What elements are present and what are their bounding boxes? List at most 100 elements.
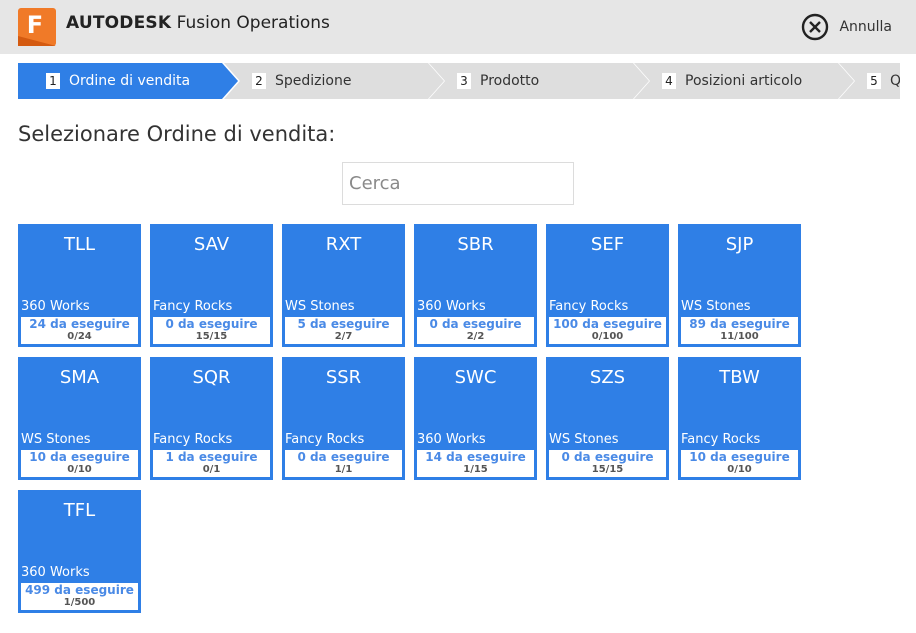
order-todo-count: 0 da eseguire xyxy=(297,450,390,464)
step-shipping[interactable]: 2 Spedizione xyxy=(224,63,444,99)
order-customer: WS Stones xyxy=(285,299,355,314)
wizard-steps: 1 Ordine di vendita 2 Spedizione 3 Prodo… xyxy=(18,63,900,99)
order-todo-count: 0 da eseguire xyxy=(165,317,258,331)
order-status-box: 1 da eseguire 0/1 xyxy=(153,450,270,477)
order-progress: 0/1 xyxy=(202,464,221,475)
step-label: Ordine di vendita xyxy=(69,73,191,89)
order-todo-count: 100 da eseguire xyxy=(553,317,662,331)
fusion-logo-icon: F xyxy=(18,8,56,46)
logo-letter: F xyxy=(26,11,44,39)
order-progress: 2/7 xyxy=(334,331,353,342)
order-progress: 2/2 xyxy=(466,331,485,342)
order-todo-count: 24 da eseguire xyxy=(29,317,130,331)
order-progress: 11/100 xyxy=(720,331,759,342)
order-todo-count: 0 da eseguire xyxy=(561,450,654,464)
order-code: TFL xyxy=(63,500,96,521)
order-customer: 360 Works xyxy=(21,299,90,314)
order-todo-count: 10 da eseguire xyxy=(689,450,790,464)
order-todo-count: 0 da eseguire xyxy=(429,317,522,331)
order-todo-count: 499 da eseguire xyxy=(25,583,134,597)
order-code: TLL xyxy=(63,234,96,255)
order-status-box: 5 da eseguire 2/7 xyxy=(285,317,402,344)
order-code: SSR xyxy=(325,367,362,388)
order-progress: 0/10 xyxy=(67,464,92,475)
order-todo-count: 14 da eseguire xyxy=(425,450,526,464)
step-number: 3 xyxy=(457,73,471,89)
order-customer: Fancy Rocks xyxy=(285,432,365,447)
order-progress: 15/15 xyxy=(195,331,228,342)
search-input[interactable] xyxy=(342,162,574,205)
order-code: RXT xyxy=(325,234,362,255)
step-number: 5 xyxy=(867,73,881,89)
order-tile[interactable]: SMA WS Stones 10 da eseguire 0/10 xyxy=(18,357,141,480)
order-todo-count: 89 da eseguire xyxy=(689,317,790,331)
order-code: SQR xyxy=(192,367,231,388)
step-label: Q xyxy=(890,73,900,89)
order-status-box: 499 da eseguire 1/500 xyxy=(21,583,138,610)
order-status-box: 14 da eseguire 1/15 xyxy=(417,450,534,477)
order-code: TBW xyxy=(719,367,760,388)
order-status-box: 0 da eseguire 1/1 xyxy=(285,450,402,477)
page-title: Selezionare Ordine di vendita: xyxy=(18,122,336,146)
step-number: 1 xyxy=(46,73,60,89)
order-progress: 0/10 xyxy=(727,464,752,475)
order-progress: 1/1 xyxy=(334,464,353,475)
order-customer: Fancy Rocks xyxy=(681,432,761,447)
step-product[interactable]: 3 Prodotto xyxy=(429,63,649,99)
order-code: SBR xyxy=(457,234,494,255)
app-header: F AUTODESK Fusion Operations Annulla xyxy=(0,0,916,54)
order-tile[interactable]: SSR Fancy Rocks 0 da eseguire 1/1 xyxy=(282,357,405,480)
order-tile[interactable]: SWC 360 Works 14 da eseguire 1/15 xyxy=(414,357,537,480)
order-progress: 15/15 xyxy=(591,464,624,475)
order-tile[interactable]: TLL 360 Works 24 da eseguire 0/24 xyxy=(18,224,141,347)
order-status-box: 89 da eseguire 11/100 xyxy=(681,317,798,344)
order-code: SEF xyxy=(590,234,625,255)
order-status-box: 100 da eseguire 0/100 xyxy=(549,317,666,344)
order-status-box: 0 da eseguire 15/15 xyxy=(549,450,666,477)
order-tile[interactable]: SQR Fancy Rocks 1 da eseguire 0/1 xyxy=(150,357,273,480)
order-tile[interactable]: SBR 360 Works 0 da eseguire 2/2 xyxy=(414,224,537,347)
step-number: 2 xyxy=(252,73,266,89)
cancel-label: Annulla xyxy=(839,19,892,35)
order-todo-count: 1 da eseguire xyxy=(165,450,258,464)
order-code: SWC xyxy=(454,367,497,388)
product-name: Fusion Operations xyxy=(176,13,330,33)
order-customer: Fancy Rocks xyxy=(153,432,233,447)
order-customer: Fancy Rocks xyxy=(549,299,629,314)
order-code: SAV xyxy=(193,234,230,255)
order-customer: WS Stones xyxy=(21,432,91,447)
order-progress: 1/15 xyxy=(463,464,488,475)
order-customer: 360 Works xyxy=(417,299,486,314)
step-label: Prodotto xyxy=(480,73,540,89)
order-tile[interactable]: SJP WS Stones 89 da eseguire 11/100 xyxy=(678,224,801,347)
order-status-box: 10 da eseguire 0/10 xyxy=(681,450,798,477)
order-tile[interactable]: SZS WS Stones 0 da eseguire 15/15 xyxy=(546,357,669,480)
order-tile[interactable]: SEF Fancy Rocks 100 da eseguire 0/100 xyxy=(546,224,669,347)
order-customer: 360 Works xyxy=(417,432,486,447)
order-tile[interactable]: SAV Fancy Rocks 0 da eseguire 15/15 xyxy=(150,224,273,347)
order-code: SMA xyxy=(59,367,100,388)
order-customer: WS Stones xyxy=(549,432,619,447)
step-item-positions[interactable]: 4 Posizioni articolo xyxy=(634,63,854,99)
app-title: AUTODESK Fusion Operations xyxy=(66,13,330,33)
order-code: SJP xyxy=(725,234,754,255)
order-progress: 0/100 xyxy=(591,331,624,342)
order-status-box: 24 da eseguire 0/24 xyxy=(21,317,138,344)
order-tile[interactable]: RXT WS Stones 5 da eseguire 2/7 xyxy=(282,224,405,347)
order-todo-count: 10 da eseguire xyxy=(29,450,130,464)
order-status-box: 0 da eseguire 15/15 xyxy=(153,317,270,344)
step-number: 4 xyxy=(662,73,676,89)
order-todo-count: 5 da eseguire xyxy=(297,317,390,331)
sales-order-grid: TLL 360 Works 24 da eseguire 0/24 SAV Fancy R… xyxy=(18,224,818,614)
order-progress: 1/500 xyxy=(63,597,96,608)
brand-name: AUTODESK xyxy=(66,13,172,33)
order-tile[interactable]: TFL 360 Works 499 da eseguire 1/500 xyxy=(18,490,141,613)
order-customer: WS Stones xyxy=(681,299,751,314)
order-tile[interactable]: TBW Fancy Rocks 10 da eseguire 0/10 xyxy=(678,357,801,480)
step-label: Posizioni articolo xyxy=(685,73,803,89)
step-sales-order[interactable]: 1 Ordine di vendita xyxy=(18,63,238,99)
step-label: Spedizione xyxy=(275,73,352,89)
order-progress: 0/24 xyxy=(67,331,92,342)
cancel-button[interactable]: Annulla xyxy=(801,13,892,41)
order-customer: 360 Works xyxy=(21,565,90,580)
